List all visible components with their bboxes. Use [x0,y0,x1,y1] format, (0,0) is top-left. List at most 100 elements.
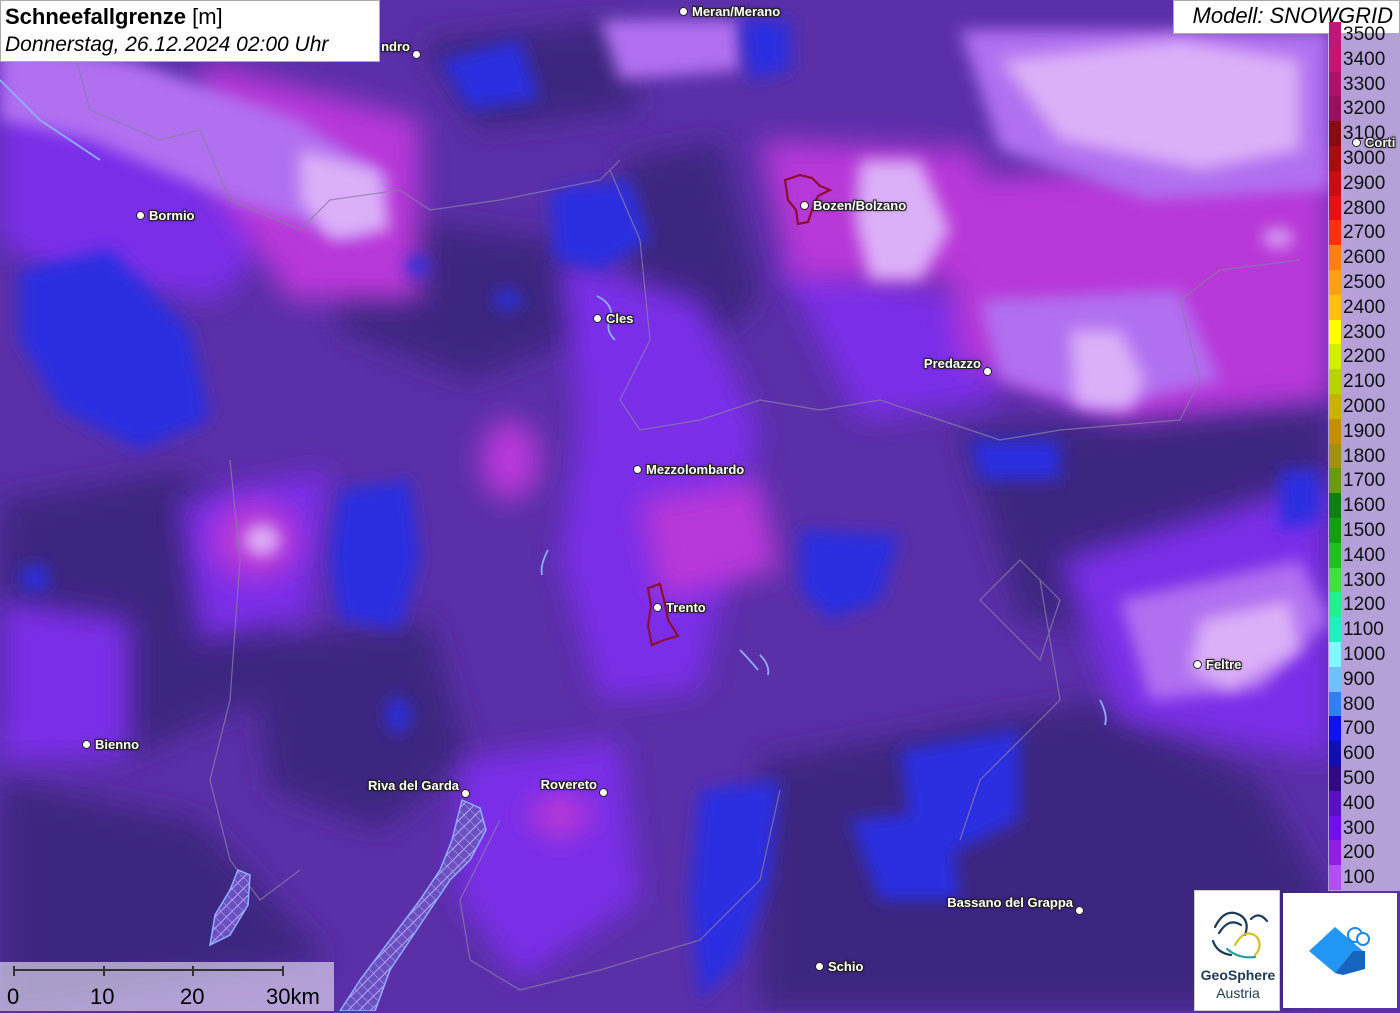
legend-row: 1800 [1328,443,1400,469]
legend-label: 2500 [1343,272,1386,293]
legend-swatch [1329,270,1341,295]
legend-row: 1000 [1328,642,1400,667]
legend-swatch [1329,245,1341,270]
geosphere-swirl-icon [1211,911,1269,959]
legend-label: 1100 [1343,619,1384,641]
legend-row: 2500 [1328,270,1400,295]
city-marker[interactable] [679,7,688,16]
geosphere-logo[interactable]: GeoSphere Austria [1194,890,1280,1011]
city-label[interactable]: Feltre [1206,657,1241,672]
city-label[interactable]: Predazzo [924,356,981,371]
legend-row: 3200 [1328,96,1400,122]
city-marker[interactable] [599,788,608,797]
city-label[interactable]: Corti [1365,135,1395,150]
legend-row: 1600 [1328,493,1400,518]
legend-label: 1800 [1343,445,1386,467]
legend-row: 1500 [1328,518,1400,543]
legend-row: 300 [1328,815,1400,841]
legend-label: 2900 [1343,172,1386,194]
scale-label-20: 20 [180,984,205,1009]
legend-label: 2300 [1343,321,1386,343]
legend-swatch [1329,319,1341,345]
legend-row: 200 [1328,840,1400,866]
city-marker[interactable] [136,211,145,220]
legend-row: 2900 [1328,170,1400,196]
legend-row: 1300 [1328,567,1400,593]
city-marker[interactable] [983,367,992,376]
legend-label: 3300 [1343,73,1386,95]
legend-label: 2600 [1343,247,1386,269]
legend-label: 1300 [1343,569,1386,591]
city-marker[interactable] [800,201,809,210]
city-marker[interactable] [653,603,662,612]
legend-swatch [1329,592,1341,618]
map-datetime: Donnerstag, 26.12.2024 02:00 Uhr [5,33,329,56]
city-marker[interactable] [815,962,824,971]
legend-swatch [1329,418,1341,444]
city-label[interactable]: ndro [381,39,410,54]
legend-row: 1700 [1328,468,1400,494]
city-marker[interactable] [461,789,470,798]
legend-row: 1200 [1328,592,1400,618]
legend-row: 100 [1328,865,1400,890]
city-label[interactable]: Bormio [149,208,195,223]
snowfall-limit-map[interactable] [0,0,1400,1011]
legend-row: 2300 [1328,319,1400,345]
city-marker[interactable] [1075,906,1084,915]
city-label[interactable]: Schio [828,959,863,974]
city-marker[interactable] [1352,138,1361,147]
legend-swatch [1329,443,1341,469]
legend-label: 2400 [1343,296,1386,318]
city-label[interactable]: Meran/Merano [692,4,780,19]
city-label[interactable]: Bienno [95,737,139,752]
legend-label: 1000 [1343,644,1386,665]
legend-row: 3500 [1328,22,1400,47]
legend-label: 800 [1343,693,1375,715]
legend-row: 2800 [1328,195,1400,221]
geosphere-country: Austria [1216,985,1260,1001]
city-marker[interactable] [1193,660,1202,669]
title-box: Schneefallgrenze [m] Donnerstag, 26.12.2… [0,0,380,62]
legend-swatch [1329,790,1341,816]
legend-label: 3500 [1343,24,1386,45]
legend-swatch [1329,96,1341,122]
legend-row: 1400 [1328,542,1400,568]
legend-label: 1500 [1343,520,1386,541]
legend-label: 2700 [1343,222,1386,244]
app-logo[interactable] [1283,893,1397,1008]
city-label[interactable]: Trento [666,600,706,615]
legend-label: 2000 [1343,396,1386,417]
city-label[interactable]: Rovereto [541,777,597,792]
legend-swatch [1329,493,1341,518]
city-label[interactable]: Riva del Garda [368,778,459,793]
scale-bar: 0 10 20 30km [0,962,334,1011]
city-marker[interactable] [593,314,602,323]
legend-label: 2100 [1343,371,1386,393]
legend-row: 3400 [1328,46,1400,72]
scale-label-0: 0 [7,984,20,1009]
legend-swatch [1329,195,1341,221]
city-marker[interactable] [633,465,642,474]
legend-swatch [1329,369,1341,394]
legend-row: 2000 [1328,394,1400,419]
legend-row: 2600 [1328,245,1400,270]
legend-row: 2400 [1328,294,1400,320]
legend-row: 900 [1328,666,1400,692]
legend-swatch [1329,170,1341,196]
color-legend: 3500 3400 3300 3200 3100 3000 2900 2800 2700 2600… [1328,22,1400,891]
legend-label: 1400 [1343,544,1386,566]
map-title-main: Schneefallgrenze [5,4,186,29]
city-label[interactable]: Mezzolombardo [646,462,744,477]
city-marker[interactable] [82,740,91,749]
legend-swatch [1329,642,1341,667]
legend-label: 1900 [1343,420,1386,442]
city-marker[interactable] [412,50,421,59]
legend-row: 600 [1328,741,1400,766]
city-label[interactable]: Cles [606,311,633,326]
legend-label: 400 [1343,792,1375,814]
city-label[interactable]: Bozen/Bolzano [813,198,906,213]
city-label[interactable]: Bassano del Grappa [947,895,1073,910]
legend-label: 500 [1343,768,1375,789]
legend-row: 2700 [1328,220,1400,246]
legend-swatch [1329,741,1341,766]
